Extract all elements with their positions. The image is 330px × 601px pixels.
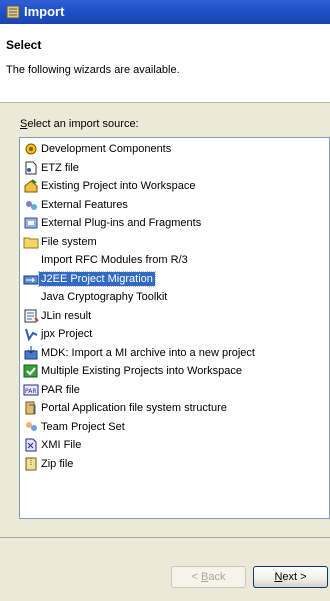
list-item-label: File system: [41, 235, 97, 248]
back-button[interactable]: < Back: [171, 566, 246, 588]
import-wizard-icon: [6, 5, 20, 19]
list-item-label: Development Components: [41, 143, 172, 155]
existing-project-icon: [24, 179, 38, 193]
external-features-icon: [26, 200, 37, 210]
list-item-label: Existing Project into Workspace: [41, 180, 196, 192]
list-item-label: JLin result: [41, 309, 92, 322]
development-components-icon: [25, 143, 37, 155]
list-item-label: Team Project Set: [41, 420, 125, 433]
title-bar[interactable]: Import: [0, 0, 330, 24]
list-item-label: Multiple Existing Projects into Workspac…: [41, 365, 242, 377]
plugins-icon: [24, 217, 38, 229]
list-item-label: ETZ file: [41, 161, 79, 174]
list-item-label: XMI File: [41, 439, 82, 451]
team-project-set-icon: [26, 421, 37, 431]
list-item-label: Java Cryptography Toolkit: [41, 291, 168, 303]
xmi-file-icon: [25, 438, 37, 452]
page-description: The following wizards are available.: [6, 64, 180, 76]
window-title: Import: [24, 4, 65, 19]
mdk-archive-icon: [24, 345, 38, 359]
svg-text:PAR: PAR: [25, 388, 37, 395]
list-item-label: Zip file: [41, 457, 74, 470]
j2ee-migration-icon: [23, 275, 39, 284]
par-file-icon: PAR: [23, 384, 39, 395]
list-item-label: PAR file: [41, 383, 80, 396]
list-item-label: External Features: [41, 198, 128, 211]
wizard-header: Select The following wizards are availab…: [0, 24, 330, 103]
portal-app-icon: [25, 401, 36, 415]
list-item-label: Portal Application file system structure: [41, 402, 227, 414]
folder-icon: [23, 237, 39, 248]
list-item-label: J2EE Project Migration: [38, 270, 156, 287]
list-item-label: Import RFC Modules from R/3: [41, 254, 188, 266]
page-title: Select: [6, 38, 42, 52]
next-button[interactable]: Next >: [253, 566, 328, 588]
jpx-project-icon: [25, 328, 38, 342]
import-source-label: Select an import source:: [20, 118, 139, 130]
footer-separator: [0, 537, 330, 538]
list-item-label: External Plug-ins and Fragments: [41, 217, 202, 229]
etz-file-icon: [25, 161, 37, 174]
zip-file-icon: [25, 457, 37, 470]
list-item-label: MDK: Import a MI archive into a new proj…: [41, 346, 255, 359]
multiple-projects-icon: [23, 364, 38, 378]
list-item-label: jpx Project: [41, 328, 93, 340]
import-source-list[interactable]: Development Components ETZ file Existing P…: [19, 137, 330, 519]
jlin-result-icon: [24, 309, 39, 322]
